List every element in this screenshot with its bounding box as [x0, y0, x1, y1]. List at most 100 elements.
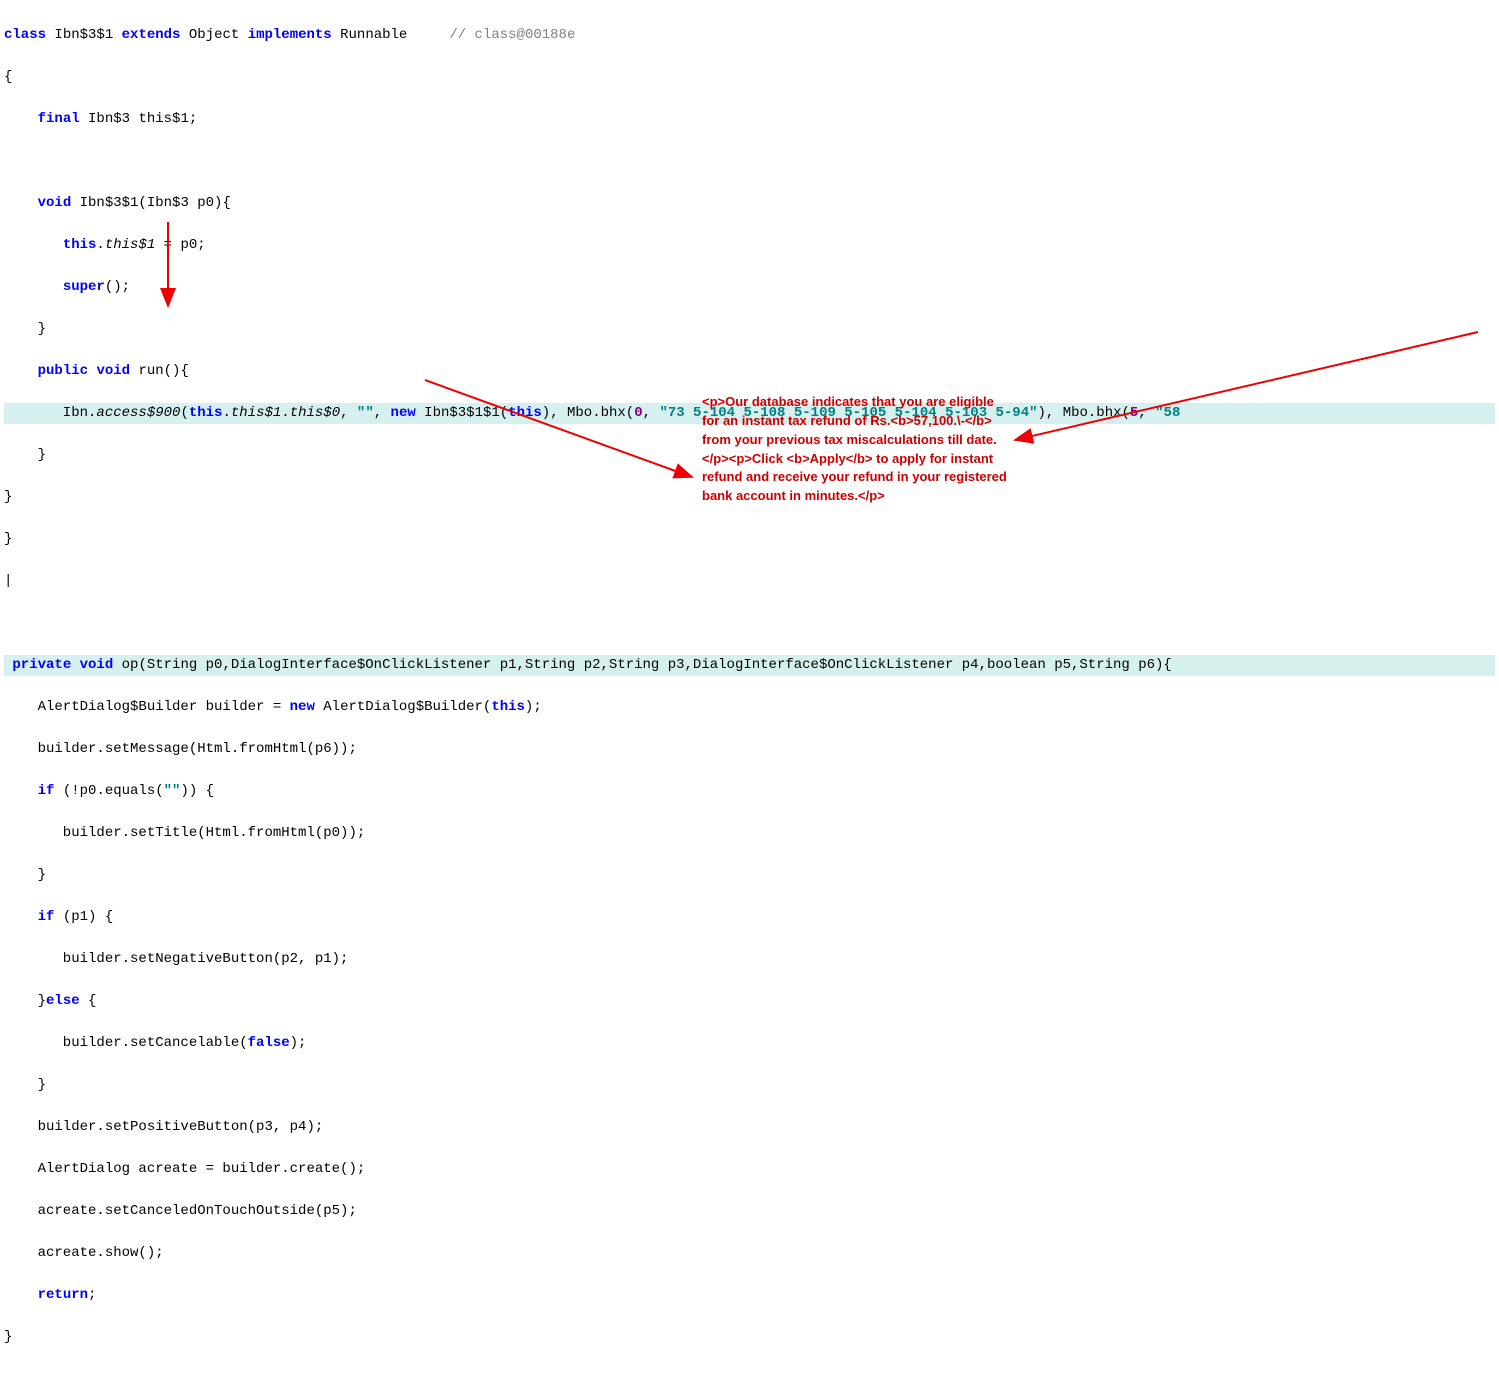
type: Ibn$3 [88, 111, 130, 127]
code: builder.setPositiveButton(p3, p4); [4, 1119, 323, 1135]
keyword: this [491, 699, 525, 715]
code-line: acreate.setCanceledOnTouchOutside(p5); [4, 1201, 1495, 1222]
code-line: | [4, 571, 1495, 592]
keyword: this [63, 237, 97, 253]
code-line: if (!p0.equals("")) { [4, 781, 1495, 802]
keyword: this [508, 405, 542, 421]
punct: . [281, 405, 289, 421]
code: AlertDialog acreate = builder.create(); [4, 1161, 365, 1177]
code-line [4, 151, 1495, 172]
code-line: builder.setCancelable(false); [4, 1033, 1495, 1054]
number: 0 [634, 405, 642, 421]
method-sig: run(){ [138, 363, 188, 379]
code-line: public void run(){ [4, 361, 1495, 382]
keyword: new [290, 699, 315, 715]
code: ), Mbo.bhx( [1038, 405, 1130, 421]
string: "" [164, 783, 181, 799]
keyword: void [80, 657, 114, 673]
punct: ); [290, 1035, 307, 1051]
code-line: builder.setNegativeButton(p2, p1); [4, 949, 1495, 970]
code-line: } [4, 319, 1495, 340]
class-name: Ibn$3$1 [54, 27, 113, 43]
code: Ibn$3$1$1( [416, 405, 508, 421]
code-line: { [4, 67, 1495, 88]
code: builder.setTitle(Html.fromHtml(p0)); [4, 825, 365, 841]
code: acreate.show(); [4, 1245, 164, 1261]
punct: } [4, 1077, 46, 1093]
cursor: | [4, 573, 12, 589]
punct: } [4, 1329, 12, 1345]
keyword: void [96, 363, 130, 379]
keyword: super [63, 279, 105, 295]
keyword: this [189, 405, 223, 421]
code: ), Mbo.bhx( [542, 405, 634, 421]
punct: . [222, 405, 230, 421]
code-line: builder.setPositiveButton(p3, p4); [4, 1117, 1495, 1138]
code-line: super(); [4, 277, 1495, 298]
punct: } [4, 867, 46, 883]
code-line: acreate.show(); [4, 1243, 1495, 1264]
code: builder.setNegativeButton(p2, p1); [4, 951, 348, 967]
code-line-highlight: Ibn.access$900(this.this$1.this$0, "", n… [4, 403, 1495, 424]
punct: . [96, 237, 104, 253]
code-line: } [4, 1075, 1495, 1096]
punct: } [4, 447, 46, 463]
code: builder.setMessage(Html.fromHtml(p6)); [4, 741, 357, 757]
code: AlertDialog$Builder builder = [4, 699, 290, 715]
keyword: return [38, 1287, 88, 1303]
keyword: private [12, 657, 71, 673]
keyword: class [4, 27, 46, 43]
keyword: void [38, 195, 72, 211]
punct: } [4, 489, 12, 505]
keyword: implements [248, 27, 332, 43]
punct: { [80, 993, 97, 1009]
code-line: }else { [4, 991, 1495, 1012]
code-line: } [4, 529, 1495, 550]
punct: { [4, 69, 12, 85]
code-line: AlertDialog$Builder builder = new AlertD… [4, 697, 1495, 718]
code-line [4, 613, 1495, 634]
type: Object [189, 27, 239, 43]
code-line: } [4, 865, 1495, 886]
method: access$900 [96, 405, 180, 421]
code-line: this.this$1 = p0; [4, 235, 1495, 256]
type: Runnable [340, 27, 407, 43]
keyword: new [391, 405, 416, 421]
code: (p1) { [54, 909, 113, 925]
code-line: } [4, 445, 1495, 466]
punct: ; [88, 1287, 96, 1303]
code-line: } [4, 487, 1495, 508]
code: = p0; [155, 237, 205, 253]
code-line: final Ibn$3 this$1; [4, 109, 1495, 130]
keyword: final [38, 111, 80, 127]
punct: , [643, 405, 660, 421]
keyword: else [46, 993, 80, 1009]
code: Ibn. [4, 405, 96, 421]
punct: , [374, 405, 391, 421]
code: (); [105, 279, 130, 295]
punct: } [4, 321, 46, 337]
field: this$1; [138, 111, 197, 127]
string: "73 5-104 5-108 5-109 5-105 5-104 5-103 … [659, 405, 1037, 421]
code-line-highlight: private void op(String p0,DialogInterfac… [4, 655, 1495, 676]
keyword: if [38, 783, 55, 799]
method-sig: Ibn$3$1(Ibn$3 p0){ [80, 195, 231, 211]
code: acreate.setCanceledOnTouchOutside(p5); [4, 1203, 357, 1219]
code-line: builder.setMessage(Html.fromHtml(p6)); [4, 739, 1495, 760]
field: this$1 [231, 405, 281, 421]
keyword: false [248, 1035, 290, 1051]
string: "58 [1155, 405, 1180, 421]
code-line: builder.setTitle(Html.fromHtml(p0)); [4, 823, 1495, 844]
code-line: return; [4, 1285, 1495, 1306]
code: !p0.equals( [71, 783, 163, 799]
code-line: if (p1) { [4, 907, 1495, 928]
field: this$1 [105, 237, 155, 253]
field: this$0 [290, 405, 340, 421]
punct: } [4, 993, 46, 1009]
code-line: AlertDialog acreate = builder.create(); [4, 1159, 1495, 1180]
punct: } [4, 531, 12, 547]
comment: // class@00188e [449, 27, 575, 43]
code: builder.setCancelable( [4, 1035, 248, 1051]
punct: , [340, 405, 357, 421]
punct: ( [180, 405, 188, 421]
